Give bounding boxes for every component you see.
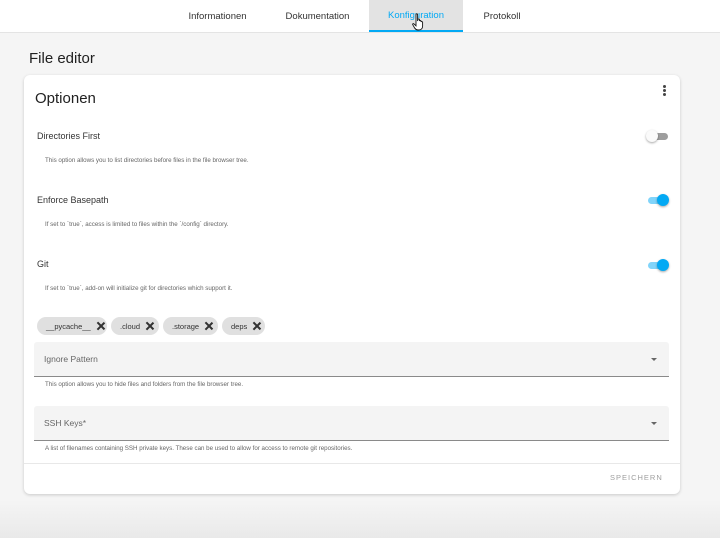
ignore-pattern-placeholder: Ignore Pattern	[44, 354, 98, 364]
more-vert-icon[interactable]	[660, 84, 668, 98]
chip-label: __pycache__	[46, 321, 91, 331]
toggle-git[interactable]	[646, 259, 669, 271]
chip-label: .cloud	[120, 321, 141, 331]
ssh-keys-placeholder: SSH Keys*	[44, 418, 87, 428]
hand-pointer-icon	[412, 13, 424, 31]
close-icon[interactable]	[205, 322, 213, 330]
page-title: File editor	[29, 50, 95, 67]
chip-label: deps	[231, 321, 248, 331]
arrow-drop-down-icon[interactable]	[651, 358, 657, 361]
ignore-pattern-select[interactable]: Ignore Pattern	[34, 342, 669, 377]
chip-label: .storage	[172, 321, 200, 331]
card-title: Optionen	[35, 90, 96, 107]
option-label-git: Git	[37, 259, 49, 269]
ssh-keys-helper: A list of filenames containing SSH priva…	[45, 445, 353, 452]
card-divider	[24, 463, 680, 464]
chip-pycache[interactable]: __pycache__	[37, 317, 107, 335]
tab-dokumentation[interactable]: Dokumentation	[270, 0, 365, 32]
options-card: Optionen Directories First This option a…	[24, 75, 680, 494]
ssh-keys-select[interactable]: SSH Keys*	[34, 406, 669, 441]
close-icon[interactable]	[97, 322, 105, 330]
arrow-drop-down-icon[interactable]	[651, 422, 657, 425]
toggle-directories-first[interactable]	[646, 130, 668, 142]
option-label-enforce-basepath: Enforce Basepath	[37, 195, 109, 205]
page-footer-band	[0, 500, 720, 538]
option-description-git: If set to `true`, add-on will initialize…	[45, 285, 233, 292]
option-label-directories-first: Directories First	[37, 131, 101, 141]
toggle-enforce-basepath[interactable]	[646, 194, 669, 206]
option-description-enforce-basepath: If set to `true`, access is limited to f…	[45, 221, 229, 228]
chip-cloud[interactable]: .cloud	[111, 317, 159, 335]
chip-storage[interactable]: .storage	[163, 317, 218, 335]
option-description-directories-first: This option allows you to list directori…	[45, 157, 249, 164]
close-icon[interactable]	[253, 322, 261, 330]
tab-protokoll[interactable]: Protokoll	[463, 0, 541, 32]
tab-bar: Informationen Dokumentation Konfiguratio…	[0, 0, 720, 33]
save-button[interactable]: SPEICHERN	[610, 473, 663, 482]
ignore-pattern-helper: This option allows you to hide files and…	[45, 381, 244, 388]
chip-deps[interactable]: deps	[222, 317, 265, 335]
close-icon[interactable]	[146, 322, 154, 330]
tab-informationen[interactable]: Informationen	[170, 0, 265, 32]
